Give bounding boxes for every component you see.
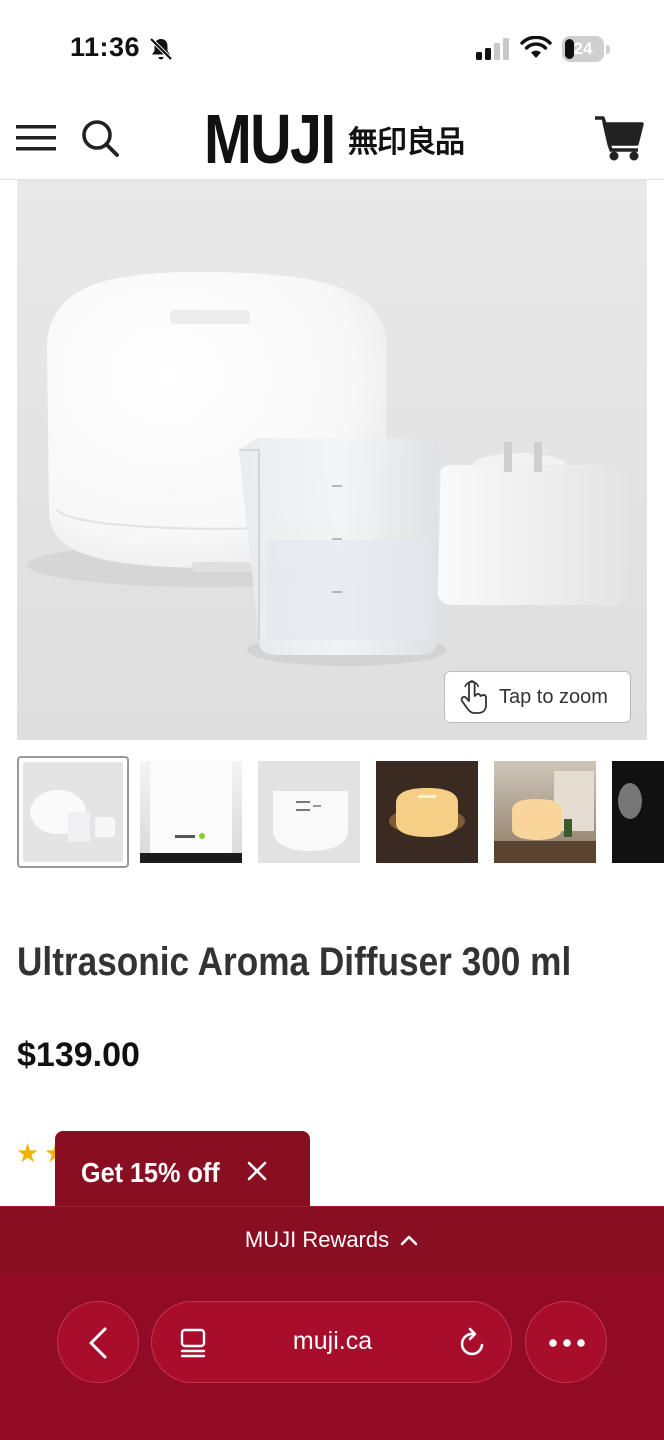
search-icon[interactable] xyxy=(80,118,120,158)
wifi-icon xyxy=(520,36,552,58)
thumbnail-5-image xyxy=(494,771,596,863)
close-icon[interactable] xyxy=(245,1159,269,1183)
promo-tab[interactable]: Get 15% off xyxy=(55,1131,310,1209)
thumbnail-6-image xyxy=(618,783,642,819)
thumbnail-2[interactable] xyxy=(140,761,242,863)
muji-logo[interactable]: MUJI 無印良品 xyxy=(204,100,465,178)
reload-icon[interactable] xyxy=(458,1327,488,1359)
thumbnail-3[interactable] xyxy=(258,761,360,863)
shopping-cart-icon[interactable] xyxy=(594,114,644,162)
tap-to-zoom-label: Tap to zoom xyxy=(499,685,608,708)
tap-to-zoom-button[interactable]: Tap to zoom xyxy=(444,671,631,723)
rewards-label: MUJI Rewards xyxy=(244,1227,390,1252)
logo-latin: MUJI xyxy=(204,100,336,178)
thumbnail-6[interactable] xyxy=(612,761,664,863)
chevron-up-icon xyxy=(400,1235,418,1246)
battery-percent: 24 xyxy=(573,39,593,58)
chevron-left-icon xyxy=(89,1327,107,1359)
address-bar[interactable]: muji.ca xyxy=(151,1301,512,1383)
status-time: 11:36 xyxy=(70,32,141,62)
cellular-signal-icon xyxy=(476,38,509,60)
browser-toolbar: muji.ca xyxy=(0,1274,664,1440)
back-button[interactable] xyxy=(57,1301,139,1383)
site-header: MUJI 無印良品 xyxy=(0,98,664,180)
star-icon: ★ xyxy=(16,1138,40,1168)
thumbnail-1[interactable] xyxy=(17,756,129,868)
thumbnail-4[interactable] xyxy=(376,761,478,863)
product-price: $139.00 xyxy=(17,1036,140,1074)
logo-kanji: 無印良品 xyxy=(348,125,465,160)
product-title: Ultrasonic Aroma Diffuser 300 ml xyxy=(17,940,572,984)
ellipsis-icon xyxy=(549,1339,585,1347)
hamburger-menu-icon[interactable] xyxy=(16,122,56,154)
thumbnail-4-image xyxy=(389,788,465,837)
status-bar: 11:36 24 xyxy=(0,0,664,98)
thumbnail-strip xyxy=(17,756,664,870)
thumbnail-2-image xyxy=(140,761,242,863)
battery-icon: 24 xyxy=(562,36,610,62)
thumbnail-5[interactable] xyxy=(494,761,596,863)
rewards-bar[interactable]: MUJI Rewards xyxy=(0,1206,664,1276)
more-options-button[interactable] xyxy=(525,1301,607,1383)
product-main-image[interactable] xyxy=(17,180,647,740)
tap-hand-icon xyxy=(460,680,487,714)
bell-slash-icon xyxy=(149,37,173,61)
thumbnail-1-image xyxy=(30,790,115,842)
promo-label: Get 15% off xyxy=(81,1157,220,1188)
thumbnail-3-image xyxy=(273,791,348,851)
